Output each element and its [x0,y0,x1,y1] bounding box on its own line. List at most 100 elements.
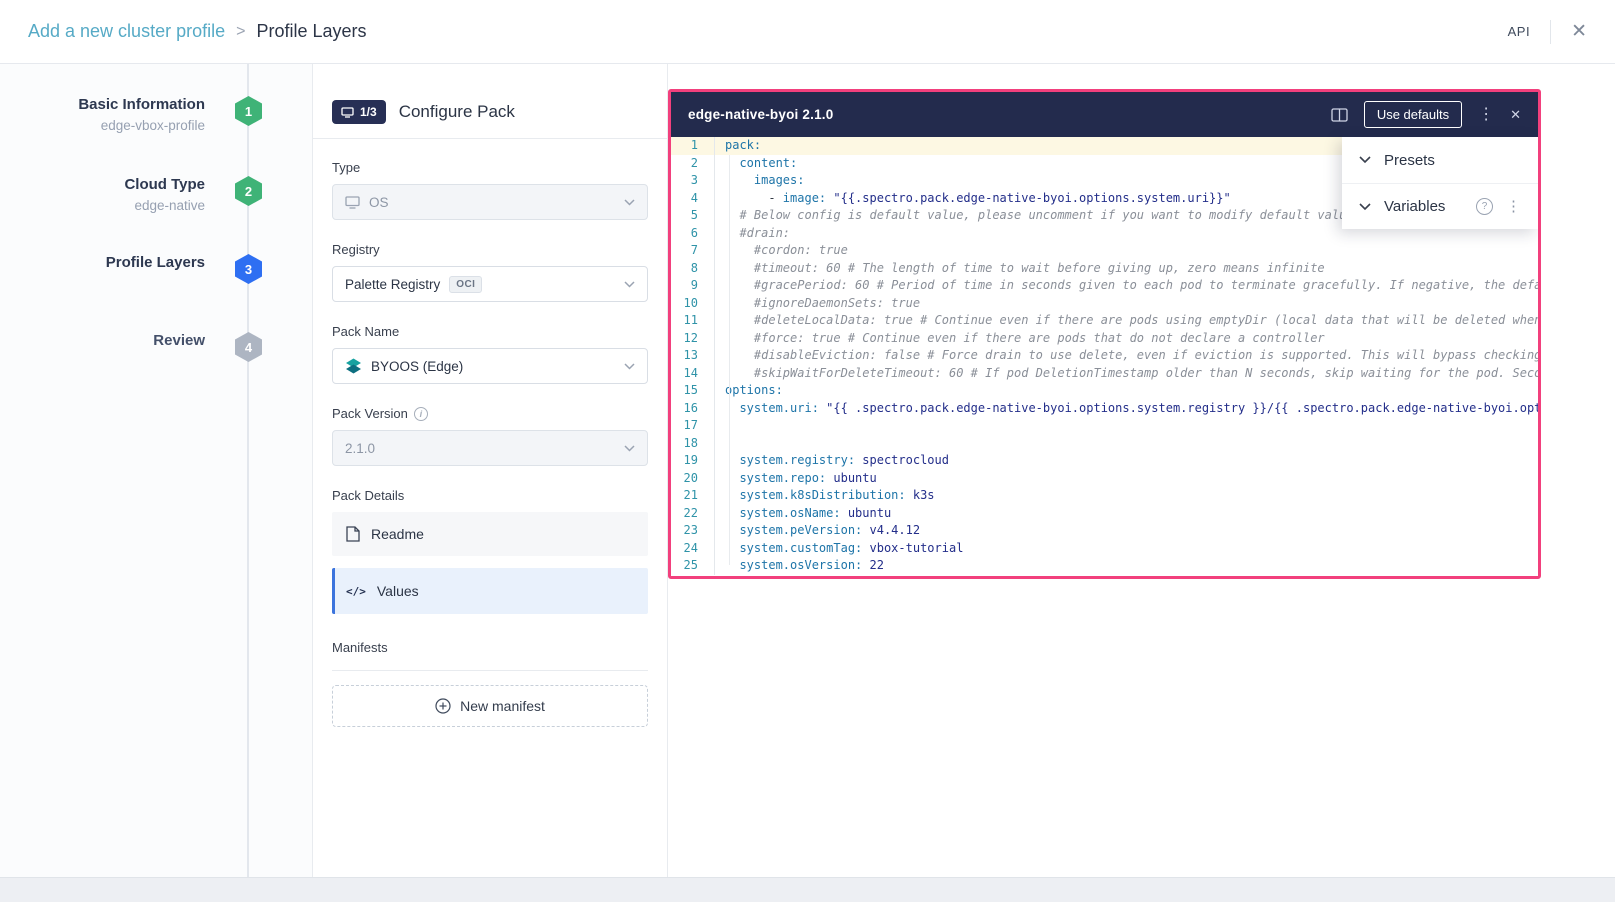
line-number: 13 [671,347,715,365]
code-line: 8 #timeout: 60 # The length of time to w… [671,260,1538,278]
new-manifest-label: New manifest [460,698,545,714]
step-title: Basic Information [15,94,205,115]
readme-tab[interactable]: Readme [332,512,648,556]
use-defaults-button[interactable]: Use defaults [1364,101,1462,128]
configure-pack-panel: 1/3 Configure Pack Type OS [312,64,668,902]
code-line: 10 #ignoreDaemonSets: true [671,295,1538,313]
indent-guide [729,155,730,565]
step-texts: Review [15,330,205,351]
step-badge: 4 [235,332,262,362]
code-line: 11 #deleteLocalData: true # Continue eve… [671,312,1538,330]
code-line: 12 #force: true # Continue even if there… [671,330,1538,348]
breadcrumb: Add a new cluster profile > Profile Laye… [28,21,367,42]
code-text: system.uri: "{{ .spectro.pack.edge-nativ… [715,400,1538,418]
step-texts: Basic Informationedge-vbox-profile [15,94,205,136]
code-text [715,417,1538,435]
code-line: 15options: [671,382,1538,400]
field-pack-name: Pack Name BYOOS (Edge) [332,324,648,384]
line-number: 10 [671,295,715,313]
pack-version-select[interactable]: 2.1.0 [332,430,648,466]
stepper-step-basic-information[interactable]: Basic Informationedge-vbox-profile1 [0,94,312,154]
field-type: Type OS [332,160,648,220]
line-number: 2 [671,155,715,173]
line-number: 24 [671,540,715,558]
editor-header: edge-native-byoi 2.1.0 Use defaults ⋮ ✕ [671,92,1538,137]
code-text: #deleteLocalData: true # Continue even i… [715,312,1538,330]
line-number: 17 [671,417,715,435]
line-number: 19 [671,452,715,470]
editor-controls: Use defaults ⋮ ✕ [1331,101,1521,128]
header-divider [1550,20,1551,44]
registry-label: Registry [332,242,648,257]
stepper-step-review[interactable]: Review 4 [0,330,312,390]
kebab-menu-icon[interactable]: ⋮ [1478,107,1494,123]
step-count-text: 1/3 [360,105,377,119]
field-registry: Registry Palette Registry OCI [332,242,648,302]
variables-section[interactable]: Variables ? ⋮ [1342,183,1538,229]
new-manifest-button[interactable]: New manifest [332,685,648,727]
line-number: 3 [671,172,715,190]
presets-section[interactable]: Presets [1342,137,1538,183]
line-number: 7 [671,242,715,260]
code-line: 14 #skipWaitForDeleteTimeout: 60 # If po… [671,365,1538,383]
top-header: Add a new cluster profile > Profile Laye… [0,0,1615,64]
code-text: #gracePeriod: 60 # Period of time in sec… [715,277,1538,295]
breadcrumb-link-add-cluster-profile[interactable]: Add a new cluster profile [28,21,225,42]
app-window: Add a new cluster profile > Profile Laye… [0,0,1615,902]
stepper-step-cloud-type[interactable]: Cloud Typeedge-native2 [0,174,312,234]
split-view-icon[interactable] [1331,108,1348,122]
line-number: 1 [671,137,715,155]
chevron-down-icon [1359,156,1371,164]
breadcrumb-current-profile-layers: Profile Layers [256,21,366,42]
values-editor-frame: edge-native-byoi 2.1.0 Use defaults ⋮ ✕ … [668,89,1541,579]
line-number: 5 [671,207,715,225]
panel-title: Configure Pack [399,102,515,122]
oci-badge: OCI [449,276,482,293]
line-number: 12 [671,330,715,348]
code-text: #ignoreDaemonSets: true [715,295,1538,313]
code-text: #skipWaitForDeleteTimeout: 60 # If pod D… [715,365,1538,383]
help-icon[interactable]: ? [1476,198,1493,215]
values-tab[interactable]: </> Values [332,568,648,614]
code-text [715,435,1538,453]
line-number: 8 [671,260,715,278]
byoos-icon [345,358,362,375]
code-text: system.repo: ubuntu [715,470,1538,488]
type-value: OS [369,195,389,210]
line-number: 22 [671,505,715,523]
step-texts: Profile Layers [15,252,205,273]
info-icon[interactable]: i [414,407,428,421]
configure-pack-body: Type OS Registry Palette Registry OCI [313,139,667,727]
manifests-label: Manifests [332,640,648,655]
code-line: 25 system.osVersion: 22 [671,557,1538,575]
readme-label: Readme [371,526,424,542]
editor-close-icon[interactable]: ✕ [1510,108,1521,121]
chevron-down-icon [624,445,635,452]
header-actions: API ✕ [1508,20,1587,44]
code-line: 13 #disableEviction: false # Force drain… [671,347,1538,365]
code-text: system.customTag: vbox-tutorial [715,540,1538,558]
code-line: 21 system.k8sDistribution: k3s [671,487,1538,505]
pack-name-select[interactable]: BYOOS (Edge) [332,348,648,384]
code-text: system.registry: spectrocloud [715,452,1538,470]
bottom-strip [0,877,1615,902]
pack-version-label: Pack Version i [332,406,648,421]
line-number: 15 [671,382,715,400]
registry-value: Palette Registry [345,277,440,292]
configure-pack-header: 1/3 Configure Pack [313,64,667,139]
step-badge: 3 [235,254,262,284]
stepper-step-profile-layers[interactable]: Profile Layers 3 [0,252,312,312]
step-subtitle: edge-native [15,195,205,216]
registry-select[interactable]: Palette Registry OCI [332,266,648,302]
code-text: system.k8sDistribution: k3s [715,487,1538,505]
chevron-down-icon [624,363,635,370]
editor-side-panel: Presets Variables ? ⋮ [1342,137,1538,229]
api-button[interactable]: API [1508,24,1530,39]
kebab-menu-icon[interactable]: ⋮ [1506,199,1521,214]
close-icon[interactable]: ✕ [1571,22,1587,41]
type-select[interactable]: OS [332,184,648,220]
manifests-divider [332,670,648,671]
code-text: #disableEviction: false # Force drain to… [715,347,1538,365]
chevron-down-icon [624,281,635,288]
line-number: 14 [671,365,715,383]
